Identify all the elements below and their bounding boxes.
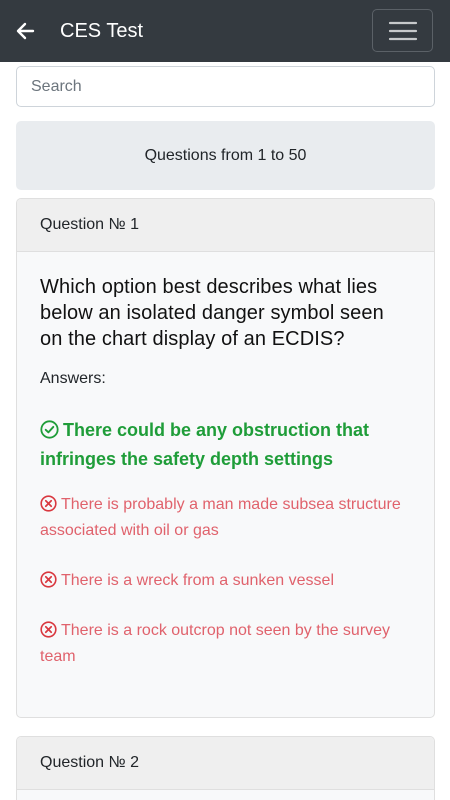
question-card: Question № 2 (16, 736, 435, 800)
search-input[interactable] (16, 66, 435, 107)
answer-wrong: There is a wreck from a sunken vessel (40, 568, 411, 594)
question-range-label: Questions from 1 to 50 (144, 146, 307, 164)
x-circle-icon (40, 621, 57, 638)
app-bar: CES Test (0, 0, 450, 62)
check-circle-icon (40, 420, 59, 439)
answer-text: There could be any obstruction that infr… (40, 420, 370, 469)
question-card: Question № 1 Which option best describes… (16, 198, 435, 718)
answer-correct: There could be any obstruction that infr… (40, 416, 411, 474)
answer-wrong: There is a rock outcrop not seen by the … (40, 618, 411, 670)
x-circle-icon (40, 495, 57, 512)
answer-text: There is a wreck from a sunken vessel (61, 572, 334, 589)
answer-text: There is probably a man made subsea stru… (40, 496, 401, 539)
answer-wrong: There is probably a man made subsea stru… (40, 492, 411, 544)
question-header: Question № 1 (17, 199, 434, 252)
menu-button[interactable] (372, 9, 433, 52)
question-header: Question № 2 (17, 737, 434, 790)
answer-text: There is a rock outcrop not seen by the … (40, 622, 391, 665)
question-number: Question № 1 (40, 216, 139, 233)
question-text: Which option best describes what lies be… (40, 276, 384, 350)
x-circle-icon (40, 571, 57, 588)
question-range-banner: Questions from 1 to 50 (16, 121, 435, 190)
back-button[interactable] (0, 0, 50, 62)
question-body: Which option best describes what lies be… (17, 252, 434, 670)
question-number: Question № 2 (40, 754, 139, 771)
app-title: CES Test (60, 19, 143, 42)
arrow-left-icon (16, 22, 35, 40)
hamburger-menu-icon (388, 21, 417, 40)
answers-label: Answers: (40, 370, 106, 387)
